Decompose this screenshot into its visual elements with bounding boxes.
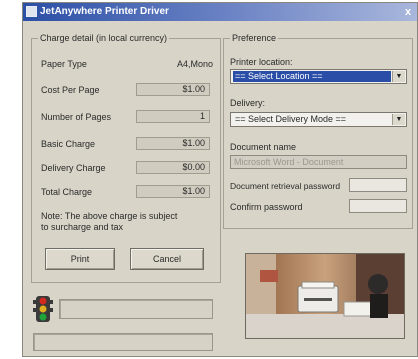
title-bar: JetAnywhere Printer Driver x [23,3,417,21]
print-button[interactable]: Print [45,248,115,270]
delivery-label: Delivery: [230,98,266,108]
printer-photo [245,253,405,339]
cancel-button[interactable]: Cancel [130,248,204,270]
basic-charge-value: $1.00 [136,137,210,150]
delivery-charge-label: Delivery Charge [41,163,106,173]
dropdown-arrow-icon[interactable]: ▼ [392,71,405,82]
dropdown-arrow-icon[interactable]: ▼ [392,114,405,125]
paper-type-value: A4,Mono [176,59,213,69]
cost-per-page-label: Cost Per Page [41,85,100,95]
retrieval-password-field[interactable] [349,178,407,192]
status-field [59,299,213,319]
document-name-label: Document name [230,142,297,152]
charge-detail-legend: Charge detail (in local currency) [40,33,168,43]
charge-note: Note: The above charge is subject to sur… [41,211,178,232]
confirm-password-field[interactable] [349,199,407,213]
printer-photo-image [246,254,404,338]
status-bar [33,333,213,351]
number-of-pages-label: Number of Pages [41,112,112,122]
paper-type-label: Paper Type [41,59,87,69]
printer-location-label: Printer location: [230,57,293,67]
number-of-pages-value: 1 [136,110,210,123]
traffic-light-icon [33,296,53,322]
basic-charge-label: Basic Charge [41,139,96,149]
printer-driver-window: JetAnywhere Printer Driver x Charge deta… [22,2,418,357]
delivery-mode-value: == Select Delivery Mode == [235,114,347,124]
app-icon [26,6,37,17]
delivery-mode-select[interactable]: == Select Delivery Mode == ▼ [230,112,407,127]
document-name-field: Microsoft Word - Document [230,155,407,169]
delivery-charge-value: $0.00 [136,161,210,174]
confirm-password-label: Confirm password [230,202,303,212]
total-charge-label: Total Charge [41,187,93,197]
preference-legend: Preference [232,33,277,43]
printer-location-select[interactable]: == Select Location == ▼ [230,69,407,84]
retrieval-password-label: Document retrieval password [230,181,341,191]
charge-detail-group: Charge detail (in local currency) [31,33,221,283]
printer-location-value: == Select Location == [233,71,391,82]
close-icon[interactable]: x [401,5,415,19]
total-charge-value: $1.00 [136,185,210,198]
window-title: JetAnywhere Printer Driver [40,6,169,17]
cost-per-page-value: $1.00 [136,83,210,96]
